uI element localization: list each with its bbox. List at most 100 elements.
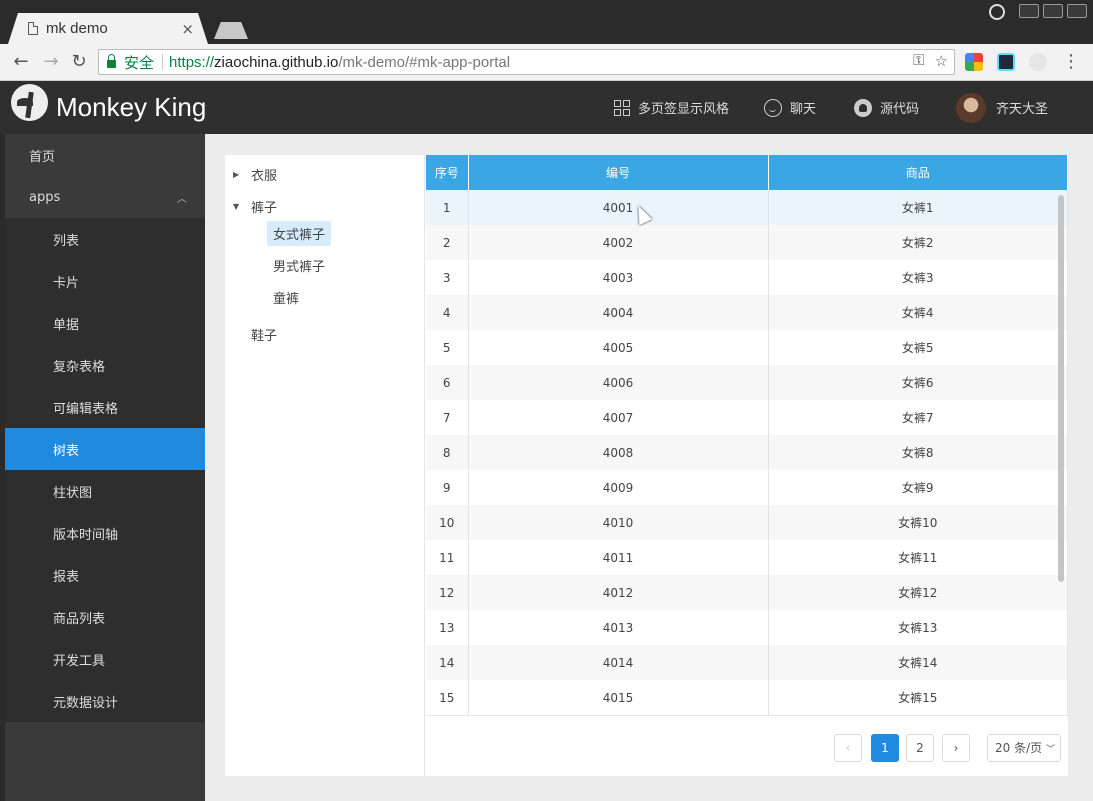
table-row[interactable]: 13 4013 女裤13 — [426, 610, 1068, 645]
cell-code: 4011 — [468, 540, 769, 575]
table-row[interactable]: 5 4005 女裤5 — [426, 330, 1068, 365]
sidebar-item-label: 商品列表 — [53, 611, 106, 627]
sidebar-item-card[interactable]: 卡片 — [5, 260, 205, 302]
back-arrow-icon[interactable]: ← — [10, 51, 32, 73]
chat-button[interactable]: 聊天 — [764, 81, 816, 134]
sidebar-item-label: 版本时间轴 — [53, 527, 119, 543]
column-header-index[interactable]: 序号 — [426, 155, 469, 190]
sidebar-item-list[interactable]: 列表 — [5, 218, 205, 260]
table-scrollbar[interactable] — [1058, 195, 1064, 582]
multi-tab-style-button[interactable]: 多页签显示风格 — [614, 81, 729, 134]
sidebar-item-label: 树表 — [53, 443, 80, 459]
extension-icon-2[interactable] — [1029, 53, 1047, 71]
cell-product: 女裤4 — [768, 295, 1068, 330]
sidebar-item-product-list[interactable]: 商品列表 — [5, 596, 205, 638]
cell-index: 13 — [426, 610, 469, 645]
prev-page-button[interactable]: ‹ — [834, 734, 862, 762]
app-brand: Monkey King — [56, 92, 207, 122]
menu-dots-icon[interactable]: ⋮ — [1060, 51, 1082, 73]
sidebar-item-editable-table[interactable]: 可编辑表格 — [5, 386, 205, 428]
profile-icon[interactable] — [989, 4, 1005, 20]
sidebar-item-tree-table[interactable]: 树表 — [5, 428, 205, 470]
table-row[interactable]: 6 4006 女裤6 — [426, 365, 1068, 400]
table-row[interactable]: 8 4008 女裤8 — [426, 435, 1068, 470]
address-bar[interactable]: 安全 https:// ziaochina.github.io /mk-demo… — [98, 49, 955, 75]
cell-index: 11 — [426, 540, 469, 575]
table-row[interactable]: 2 4002 女裤2 — [426, 225, 1068, 260]
sidebar-item-voucher[interactable]: 单据 — [5, 302, 205, 344]
sidebar-item-apps[interactable]: apps ︿ — [5, 176, 205, 218]
tab-close-icon[interactable]: × — [181, 20, 194, 38]
cell-index: 1 — [426, 190, 469, 225]
sidebar-item-label: 卡片 — [53, 275, 80, 291]
table-row[interactable]: 11 4011 女裤11 — [426, 540, 1068, 575]
tree-node-shoes[interactable]: 鞋子 — [251, 325, 277, 344]
source-code-button[interactable]: 源代码 — [854, 81, 919, 134]
cell-code: 4009 — [468, 470, 769, 505]
caret-right-icon[interactable]: ▶ — [233, 170, 251, 179]
maximize-button[interactable] — [1043, 4, 1063, 18]
cell-index: 10 — [426, 505, 469, 540]
cell-code: 4001 — [468, 190, 769, 225]
sidebar-item-version-timeline[interactable]: 版本时间轴 — [5, 512, 205, 554]
caret-down-icon[interactable]: ▼ — [233, 202, 251, 211]
table-row[interactable]: 3 4003 女裤3 — [426, 260, 1068, 295]
table-row[interactable]: 14 4014 女裤14 — [426, 645, 1068, 680]
reload-icon[interactable]: ↻ — [68, 51, 90, 73]
sidebar-item-complex-table[interactable]: 复杂表格 — [5, 344, 205, 386]
table-row[interactable]: 9 4009 女裤9 — [426, 470, 1068, 505]
browser-titlebar: mk demo × — [0, 0, 1093, 44]
page-size-select[interactable]: 20 条/页 ﹀ — [987, 734, 1061, 762]
sidebar-item-label: 开发工具 — [53, 653, 106, 669]
cell-code: 4012 — [468, 575, 769, 610]
browser-tab[interactable]: mk demo × — [8, 13, 208, 44]
table-row[interactable]: 1 4001 女裤1 — [426, 190, 1068, 225]
secure-label: 安全 — [124, 54, 155, 72]
forward-arrow-icon[interactable]: → — [40, 51, 62, 73]
app-header: Monkey King 多页签显示风格 聊天 源代码 齐天大圣 — [0, 81, 1093, 134]
source-code-label: 源代码 — [880, 102, 920, 117]
cell-code: 4008 — [468, 435, 769, 470]
tree-node-pants[interactable]: ▼ 裤子 — [233, 197, 277, 216]
cell-code: 4002 — [468, 225, 769, 260]
key-icon[interactable]: ⚿ — [913, 52, 924, 70]
sidebar-item-dev-tools[interactable]: 开发工具 — [5, 638, 205, 680]
column-header-code[interactable]: 编号 — [468, 155, 769, 190]
minimize-button[interactable] — [1019, 4, 1039, 18]
bookmark-star-icon[interactable]: ☆ — [935, 52, 948, 70]
sidebar-item-home[interactable]: 首页 — [5, 134, 205, 176]
react-devtools-icon[interactable] — [997, 53, 1015, 71]
cell-product: 女裤2 — [768, 225, 1068, 260]
pagination: ‹ 1 2 › 20 条/页 ﹀ — [426, 715, 1068, 776]
close-window-button[interactable] — [1067, 4, 1087, 18]
sidebar-item-label: 柱状图 — [53, 485, 93, 501]
cell-index: 12 — [426, 575, 469, 610]
tree-node-clothes[interactable]: ▶ 衣服 — [233, 165, 277, 184]
column-header-product[interactable]: 商品 — [768, 155, 1068, 190]
table-row[interactable]: 12 4012 女裤12 — [426, 575, 1068, 610]
cell-code: 4003 — [468, 260, 769, 295]
page-button-1[interactable]: 1 — [871, 734, 899, 762]
cell-product: 女裤13 — [768, 610, 1068, 645]
tree-leaf-kids-pants[interactable]: 童裤 — [267, 285, 305, 310]
cell-code: 4004 — [468, 295, 769, 330]
table-row[interactable]: 10 4010 女裤10 — [426, 505, 1068, 540]
extension-icon[interactable] — [965, 53, 983, 71]
multi-tab-style-label: 多页签显示风格 — [638, 102, 730, 117]
sidebar-item-report[interactable]: 报表 — [5, 554, 205, 596]
next-page-button[interactable]: › — [942, 734, 970, 762]
tree-leaf-mens-pants[interactable]: 男式裤子 — [267, 253, 331, 278]
tree-leaf-womens-pants[interactable]: 女式裤子 — [267, 221, 332, 246]
table-row[interactable]: 7 4007 女裤7 — [426, 400, 1068, 435]
sidebar-item-metadata-design[interactable]: 元数据设计 — [5, 680, 205, 722]
table-row[interactable]: 15 4015 女裤15 — [426, 680, 1068, 715]
cell-product: 女裤11 — [768, 540, 1068, 575]
page-button-2[interactable]: 2 — [906, 734, 934, 762]
sidebar-item-bar-chart[interactable]: 柱状图 — [5, 470, 205, 512]
user-menu[interactable]: 齐天大圣 — [956, 81, 1048, 134]
cell-product: 女裤7 — [768, 400, 1068, 435]
new-tab-button[interactable] — [214, 22, 248, 39]
sidebar: 首页 apps ︿ 列表 卡片 单据 复杂表格 可编辑表格 树表 柱状图 版本时间… — [5, 134, 205, 801]
cell-code: 4006 — [468, 365, 769, 400]
table-row[interactable]: 4 4004 女裤4 — [426, 295, 1068, 330]
